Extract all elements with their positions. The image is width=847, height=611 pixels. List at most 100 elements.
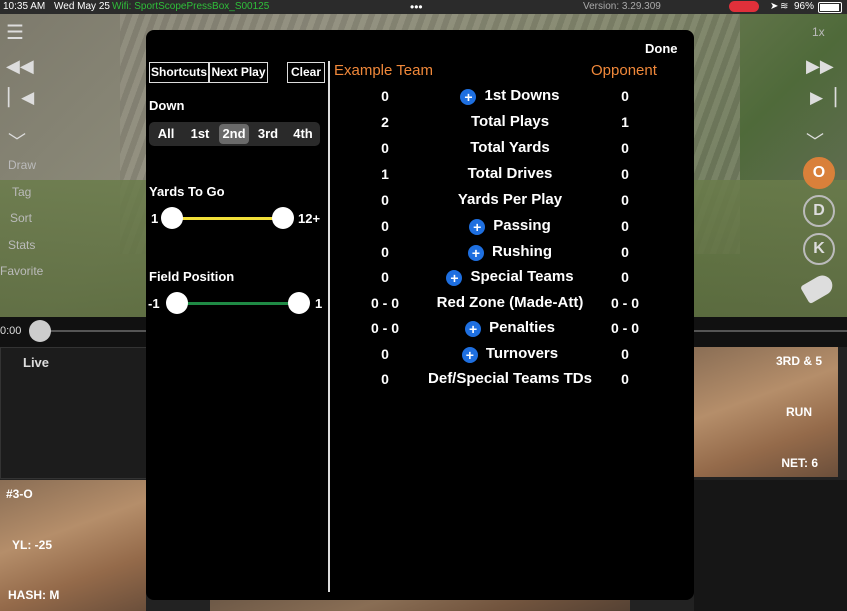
tag-button[interactable]: Tag <box>12 185 31 199</box>
status-date: Wed May 25 <box>54 1 110 12</box>
timeline-scrubber[interactable] <box>29 320 51 342</box>
down-option-3rd[interactable]: 3rd <box>253 124 283 144</box>
live-clip[interactable]: Live <box>0 347 148 479</box>
fp-min-handle[interactable] <box>166 292 188 314</box>
defense-button[interactable]: D <box>803 195 835 227</box>
fp-min-value: -1 <box>148 296 160 311</box>
stat-label: Rushing <box>492 243 552 260</box>
favorite-button[interactable]: Favorite <box>0 264 43 278</box>
offense-button[interactable]: O <box>803 157 835 189</box>
stat-opponent-value: 0 <box>621 371 629 387</box>
draw-button[interactable]: Draw <box>8 158 36 172</box>
stat-row[interactable]: 0 +1st Downs 0 <box>330 84 692 108</box>
team-header: Example Team <box>334 62 433 79</box>
expand-plus-icon[interactable]: + <box>446 270 463 286</box>
more-dots-icon[interactable]: ••• <box>410 0 423 14</box>
skip-back-icon[interactable]: ▏◀ <box>8 88 34 108</box>
ytg-max-handle[interactable] <box>272 207 294 229</box>
live-label: Live <box>23 355 50 370</box>
stat-opponent-value: 0 <box>621 140 629 156</box>
expand-plus-icon[interactable]: + <box>460 89 477 105</box>
stat-label: Total Drives <box>467 165 553 182</box>
stat-row: 1 Total Drives 0 <box>330 162 692 186</box>
stat-opponent-value: 0 <box>621 218 629 234</box>
clip-net-yards: NET: 6 <box>781 456 818 470</box>
fp-max-value: 1 <box>315 296 323 311</box>
clip-play-number: #3-O <box>6 487 33 501</box>
done-button[interactable]: Done <box>645 41 678 56</box>
fp-max-handle[interactable] <box>288 292 310 314</box>
chevron-down-icon[interactable]: ﹀ <box>806 128 824 154</box>
stat-row[interactable]: 0 + Passing 0 <box>330 214 692 238</box>
stat-opponent-value: 0 - 0 <box>610 295 639 311</box>
clip-hash: HASH: M <box>8 588 60 602</box>
stat-row[interactable]: 0 + Rushing 0 <box>330 240 692 264</box>
field-position-label: Field Position <box>149 269 235 284</box>
location-icon: ➤ <box>770 1 779 12</box>
speed-indicator[interactable]: 1x <box>812 25 825 39</box>
stat-row[interactable]: 0 - 0 + Penalties 0 - 0 <box>330 316 692 340</box>
rewind-icon[interactable]: ◀◀ <box>6 56 34 77</box>
clear-button[interactable]: Clear <box>287 62 325 83</box>
yards-to-go-label: Yards To Go <box>149 184 225 199</box>
clip-thumbnail[interactable]: 3RD & 5 RUN NET: 6 <box>694 347 838 477</box>
stat-row: 0 Def/Special Teams TDs 0 <box>330 367 692 391</box>
status-bar: 10:35 AM Wed May 25 Wifi: SportScopePres… <box>0 0 847 14</box>
stats-button[interactable]: Stats <box>8 238 35 252</box>
stat-opponent-value: 0 <box>621 192 629 208</box>
stat-label: Total Yards <box>470 139 550 156</box>
ytg-max-value: 12+ <box>298 211 321 226</box>
status-version: Version: 3.29.309 <box>583 1 661 12</box>
stat-opponent-value: 0 <box>621 269 629 285</box>
sort-button[interactable]: Sort <box>10 211 32 225</box>
clip-down-distance: 3RD & 5 <box>775 354 822 368</box>
stat-opponent-value: 0 <box>621 166 629 182</box>
empty-clip-slot <box>694 480 847 611</box>
down-option-2nd[interactable]: 2nd <box>219 124 249 144</box>
stat-label: 1st Downs <box>484 87 560 104</box>
skip-forward-icon[interactable]: ▶▕ <box>810 88 836 108</box>
ytg-slider-track[interactable] <box>170 217 285 220</box>
down-option-all[interactable]: All <box>152 124 180 144</box>
wifi-icon: ≋ <box>780 1 789 12</box>
clip-yard-line: YL: -25 <box>12 538 53 552</box>
expand-plus-icon[interactable]: + <box>461 347 478 363</box>
fast-forward-icon[interactable]: ▶▶ <box>806 56 834 77</box>
status-time: 10:35 AM <box>3 1 46 12</box>
stat-label: Red Zone (Made-Att) <box>436 294 584 311</box>
stat-label: Def/Special Teams TDs <box>428 370 592 387</box>
stat-label: Passing <box>493 217 551 234</box>
clip-thumbnail[interactable]: #3-O YL: -25 HASH: M <box>0 480 146 611</box>
next-play-button[interactable]: Next Play <box>209 62 268 83</box>
chevron-down-icon[interactable]: ﹀ <box>8 128 26 154</box>
stat-row: 2 Total Plays 1 <box>330 110 692 134</box>
down-label: Down <box>149 98 185 113</box>
status-battery: 96% <box>794 1 815 12</box>
stat-opponent-value: 1 <box>621 114 629 130</box>
ytg-min-value: 1 <box>151 211 159 226</box>
stat-row: 0 Yards Per Play 0 <box>330 188 692 212</box>
kicking-button[interactable]: K <box>803 233 835 265</box>
stat-label: Turnovers <box>485 345 559 362</box>
expand-plus-icon[interactable]: + <box>465 321 482 337</box>
expand-plus-icon[interactable]: + <box>468 245 484 261</box>
fp-slider-track[interactable] <box>178 302 298 305</box>
stat-label: Yards Per Play <box>457 191 563 208</box>
ytg-min-handle[interactable] <box>161 207 183 229</box>
stat-row: 0 Total Yards 0 <box>330 136 692 160</box>
expand-plus-icon[interactable]: + <box>469 219 486 235</box>
menu-icon[interactable]: ☰ <box>6 20 24 45</box>
stat-row[interactable]: 0 + Special Teams 0 <box>330 265 692 289</box>
stat-opponent-value: 0 <box>621 244 629 260</box>
opponent-header: Opponent <box>591 62 657 79</box>
status-wifi: Wifi: SportScopePressBox_S00125 <box>112 1 270 12</box>
down-option-4th[interactable]: 4th <box>288 124 318 144</box>
stat-opponent-value: 0 <box>621 88 629 104</box>
stat-opponent-value: 0 <box>621 346 629 362</box>
down-option-1st[interactable]: 1st <box>185 124 215 144</box>
record-icon <box>729 1 759 12</box>
stat-label: Total Plays <box>470 113 550 130</box>
stat-row[interactable]: 0 + Turnovers 0 <box>330 342 692 366</box>
stat-opponent-value: 0 - 0 <box>610 320 639 336</box>
shortcuts-button[interactable]: Shortcuts <box>149 62 209 83</box>
